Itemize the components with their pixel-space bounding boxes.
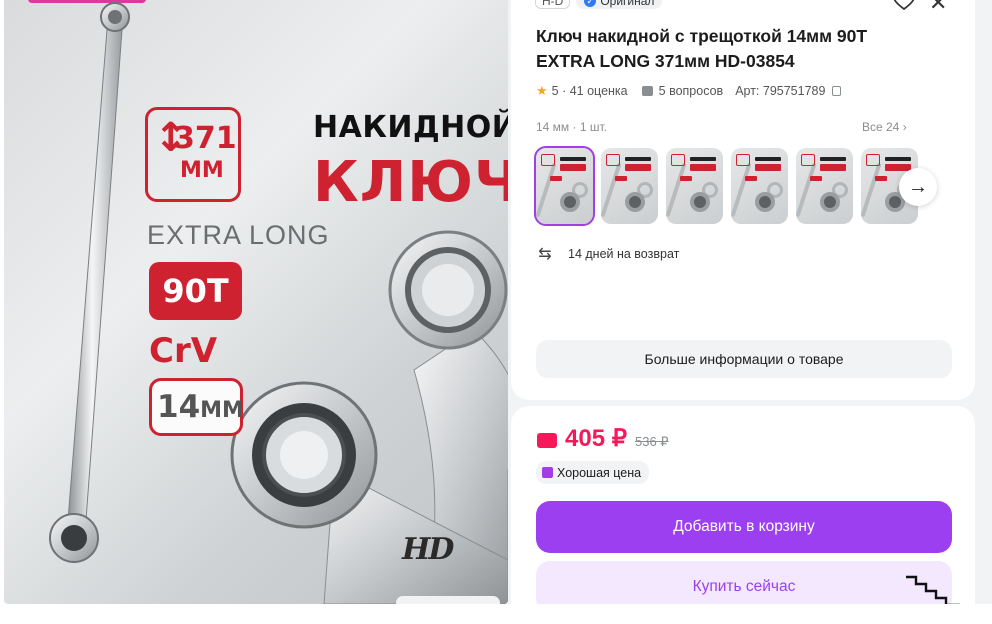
variant-thumb[interactable] bbox=[534, 146, 595, 226]
material-label: CrV bbox=[149, 331, 218, 371]
thumbs-up-icon bbox=[542, 467, 553, 478]
brand-chip[interactable]: H-D bbox=[535, 0, 571, 9]
variant-thumbnails bbox=[534, 146, 918, 226]
variant-thumb[interactable] bbox=[731, 148, 788, 224]
rating-value[interactable]: 5 bbox=[552, 84, 559, 98]
heart-icon[interactable] bbox=[892, 0, 916, 11]
original-badge: ✓ Оригинал bbox=[576, 0, 663, 9]
variant-thumb[interactable] bbox=[796, 148, 853, 224]
copy-icon[interactable] bbox=[832, 86, 842, 96]
size-unit: ММ bbox=[200, 398, 244, 423]
hero-heading-line1: НАКИДНОЙ bbox=[313, 110, 508, 145]
teeth-badge: 90T bbox=[149, 262, 242, 320]
product-meta-row: ★ 5 · 41 оценка 5 вопросов Арт: 79575178… bbox=[536, 83, 842, 99]
rating-count[interactable]: · 41 оценка bbox=[562, 84, 628, 98]
thumbs-next-arrow-icon[interactable]: → bbox=[899, 168, 937, 206]
variant-thumb[interactable] bbox=[666, 148, 723, 224]
variant-label: 14 мм · 1 шт. bbox=[536, 120, 607, 134]
hero-heading-line2: КЛЮЧ bbox=[313, 150, 508, 215]
product-title: Ключ накидной с трещоткой 14мм 90Т EXTRA… bbox=[536, 24, 936, 74]
close-icon[interactable]: ✕ bbox=[929, 0, 947, 16]
size-text: 14ММ bbox=[157, 389, 244, 425]
size-value: 14 bbox=[157, 389, 201, 425]
product-title-line2: EXTRA LONG 371мм HD-03854 bbox=[536, 51, 795, 71]
product-main-image[interactable]: ↕ 371 ММ НАКИДНОЙ КЛЮЧ EXTRA LONG 90T Cr… bbox=[4, 0, 508, 604]
length-value: 371 bbox=[174, 121, 237, 156]
brand-row: H-D ✓ Оригинал bbox=[535, 0, 663, 10]
variant-thumb[interactable] bbox=[601, 148, 658, 224]
image-overlay-pill[interactable] bbox=[396, 596, 500, 604]
old-price: 536 ₽ bbox=[634, 434, 669, 449]
variants-all-label: Все 24 bbox=[862, 120, 900, 134]
questions-link[interactable]: 5 вопросов bbox=[659, 84, 724, 98]
original-label: Оригинал bbox=[600, 0, 655, 8]
article-number: Арт: 795751789 bbox=[735, 84, 826, 98]
wrench-illustration bbox=[49, 2, 508, 604]
return-arrows-icon: ⇆ bbox=[538, 246, 552, 263]
returns-info[interactable]: ⇆ 14 дней на возврат bbox=[536, 244, 679, 264]
questions-icon bbox=[641, 86, 653, 96]
price-row: 405 ₽ 536 ₽ bbox=[537, 424, 669, 453]
good-price-label: Хорошая цена bbox=[557, 465, 642, 480]
current-price: 405 ₽ bbox=[565, 425, 627, 452]
page-root: ↕ 371 ММ НАКИДНОЙ КЛЮЧ EXTRA LONG 90T Cr… bbox=[0, 0, 992, 624]
star-icon: ★ bbox=[536, 83, 548, 98]
returns-label: 14 дней на возврат bbox=[568, 247, 680, 261]
length-unit: ММ bbox=[180, 158, 224, 183]
product-title-line1: Ключ накидной с трещоткой 14мм 90Т bbox=[536, 26, 868, 46]
wallet-icon bbox=[537, 433, 557, 448]
brand-logo: HD bbox=[402, 532, 454, 567]
verified-check-icon: ✓ bbox=[584, 0, 597, 7]
bottom-strip bbox=[0, 604, 992, 624]
variants-all-link[interactable]: Все 24 › bbox=[862, 120, 907, 134]
add-to-cart-button[interactable]: Добавить в корзину bbox=[536, 501, 952, 553]
good-price-badge[interactable]: Хорошая цена bbox=[536, 461, 650, 484]
more-info-button[interactable]: Больше информации о товаре bbox=[536, 340, 952, 378]
extra-long-label: EXTRA LONG bbox=[147, 220, 330, 250]
